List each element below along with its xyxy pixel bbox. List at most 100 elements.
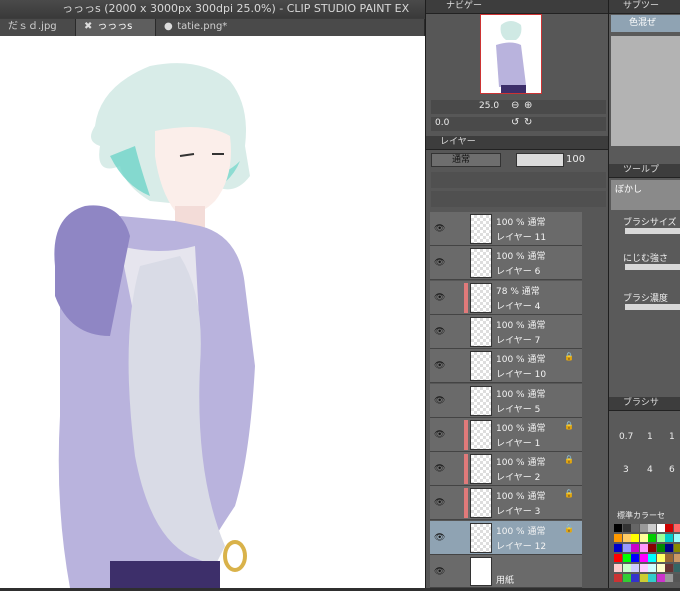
color-swatch[interactable] xyxy=(623,554,631,562)
color-swatch[interactable] xyxy=(657,544,665,552)
color-palette[interactable] xyxy=(612,522,680,588)
eye-icon[interactable]: 👁 xyxy=(434,498,445,508)
color-swatch[interactable] xyxy=(623,524,631,532)
eye-icon[interactable]: 👁 xyxy=(434,430,445,440)
color-swatch[interactable] xyxy=(648,554,656,562)
tab-dasd[interactable]: だｓｄ.jpg xyxy=(0,19,76,36)
layer-row[interactable]: 👁100 % 通常レイヤー 6 xyxy=(430,246,582,280)
layer-row[interactable]: 👁100 % 通常レイヤー 2🔒 xyxy=(430,452,582,486)
color-swatch[interactable] xyxy=(657,574,665,582)
opacity-slider[interactable] xyxy=(516,153,564,167)
color-swatch[interactable] xyxy=(614,554,622,562)
color-swatch[interactable] xyxy=(648,544,656,552)
color-swatch[interactable] xyxy=(648,564,656,572)
color-swatch[interactable] xyxy=(674,524,680,532)
color-swatch[interactable] xyxy=(657,554,665,562)
subtool-current[interactable]: 色混ぜ xyxy=(611,15,680,32)
layer-row[interactable]: 👁100 % 通常レイヤー 12🔒 xyxy=(430,521,582,555)
color-swatch[interactable] xyxy=(674,564,680,572)
color-swatch[interactable] xyxy=(623,564,631,572)
brush-preview-list[interactable] xyxy=(611,36,680,146)
color-swatch[interactable] xyxy=(665,564,673,572)
color-swatch[interactable] xyxy=(674,534,680,542)
prop-brush-size-slider[interactable] xyxy=(625,228,680,234)
brush-size-preset[interactable]: 1 xyxy=(647,432,653,442)
navigator-preview[interactable] xyxy=(480,14,542,94)
blend-mode-select[interactable]: 通常 xyxy=(431,153,501,167)
zoom-out-icon[interactable]: ⊖ xyxy=(511,100,519,111)
color-swatch[interactable] xyxy=(665,524,673,532)
color-swatch[interactable] xyxy=(640,534,648,542)
layer-row[interactable]: 👁100 % 通常レイヤー 5 xyxy=(430,384,582,418)
close-icon[interactable]: ✖ xyxy=(84,19,94,35)
color-swatch[interactable] xyxy=(648,534,656,542)
rotation-slider-row[interactable]: 0.0 ↺ ↻ xyxy=(431,117,606,131)
eye-icon[interactable]: 👁 xyxy=(434,293,445,303)
paper-layer-row[interactable]: 👁 用紙 xyxy=(430,555,582,588)
color-swatch[interactable] xyxy=(614,544,622,552)
tab-tatie[interactable]: ● tatie.png* xyxy=(156,19,425,36)
color-swatch[interactable] xyxy=(614,574,622,582)
subtool-tab[interactable]: サブツー xyxy=(623,1,659,11)
color-swatch[interactable] xyxy=(631,544,639,552)
layer-tab[interactable]: レイヤー xyxy=(440,137,476,147)
layer-row[interactable]: 👁100 % 通常レイヤー 3🔒 xyxy=(430,486,582,520)
color-swatch[interactable] xyxy=(631,524,639,532)
eye-icon[interactable]: 👁 xyxy=(434,327,445,337)
layer-row[interactable]: 👁100 % 通常レイヤー 10🔒 xyxy=(430,349,582,383)
color-swatch[interactable] xyxy=(623,544,631,552)
rotate-left-icon[interactable]: ↺ xyxy=(511,117,519,128)
color-swatch[interactable] xyxy=(648,524,656,532)
color-swatch[interactable] xyxy=(665,534,673,542)
color-swatch[interactable] xyxy=(674,544,680,552)
brush-size-preset[interactable]: 4 xyxy=(647,465,653,475)
color-swatch[interactable] xyxy=(614,564,622,572)
eye-icon[interactable]: 👁 xyxy=(434,361,445,371)
color-swatch[interactable] xyxy=(623,574,631,582)
color-swatch[interactable] xyxy=(657,534,665,542)
color-swatch[interactable] xyxy=(614,534,622,542)
prop-blend-strength-slider[interactable] xyxy=(625,264,680,270)
color-swatch[interactable] xyxy=(614,524,622,532)
color-swatch[interactable] xyxy=(640,524,648,532)
color-swatch[interactable] xyxy=(648,574,656,582)
color-swatch[interactable] xyxy=(657,564,665,572)
color-swatch[interactable] xyxy=(674,574,680,582)
rotate-right-icon[interactable]: ↻ xyxy=(524,117,532,128)
color-swatch[interactable] xyxy=(631,534,639,542)
color-swatch[interactable] xyxy=(665,574,673,582)
layer-row[interactable]: 👁78 % 通常レイヤー 4 xyxy=(430,281,582,315)
eye-icon[interactable]: 👁 xyxy=(434,224,445,234)
layer-row[interactable]: 👁100 % 通常レイヤー 1🔒 xyxy=(430,418,582,452)
color-swatch[interactable] xyxy=(623,534,631,542)
color-swatch[interactable] xyxy=(640,554,648,562)
color-swatch[interactable] xyxy=(657,524,665,532)
brush-size-preset[interactable]: 1 xyxy=(669,432,675,442)
color-swatch[interactable] xyxy=(640,564,648,572)
layer-row[interactable]: 👁100 % 通常レイヤー 11 xyxy=(430,212,582,246)
eye-icon[interactable]: 👁 xyxy=(434,567,445,577)
color-swatch[interactable] xyxy=(640,544,648,552)
eye-icon[interactable]: 👁 xyxy=(434,258,445,268)
color-swatch[interactable] xyxy=(665,554,673,562)
color-swatch[interactable] xyxy=(665,544,673,552)
navigator-tab[interactable]: ナビゲー xyxy=(446,1,482,11)
eye-icon[interactable]: 👁 xyxy=(434,533,445,543)
layer-row[interactable]: 👁100 % 通常レイヤー 7 xyxy=(430,315,582,349)
eye-icon[interactable]: 👁 xyxy=(434,464,445,474)
tool-property-tab[interactable]: ツールプ xyxy=(623,165,659,175)
brush-size-preset[interactable]: 0.7 xyxy=(619,432,633,442)
color-swatch[interactable] xyxy=(631,574,639,582)
color-swatch[interactable] xyxy=(631,564,639,572)
zoom-in-icon[interactable]: ⊕ xyxy=(524,100,532,111)
brush-size-tab[interactable]: ブラシサ xyxy=(623,398,659,408)
color-swatch[interactable] xyxy=(631,554,639,562)
tab-current-document[interactable]: ✖ っっっs xyxy=(76,19,156,36)
drawing-canvas[interactable] xyxy=(0,36,425,588)
color-swatch[interactable] xyxy=(674,554,680,562)
brush-size-preset[interactable]: 3 xyxy=(623,465,629,475)
brush-size-preset[interactable]: 6 xyxy=(669,465,675,475)
color-swatch[interactable] xyxy=(640,574,648,582)
zoom-slider-row[interactable]: 25.0 ⊖ ⊕ xyxy=(431,100,606,114)
prop-brush-density-slider[interactable] xyxy=(625,304,680,310)
